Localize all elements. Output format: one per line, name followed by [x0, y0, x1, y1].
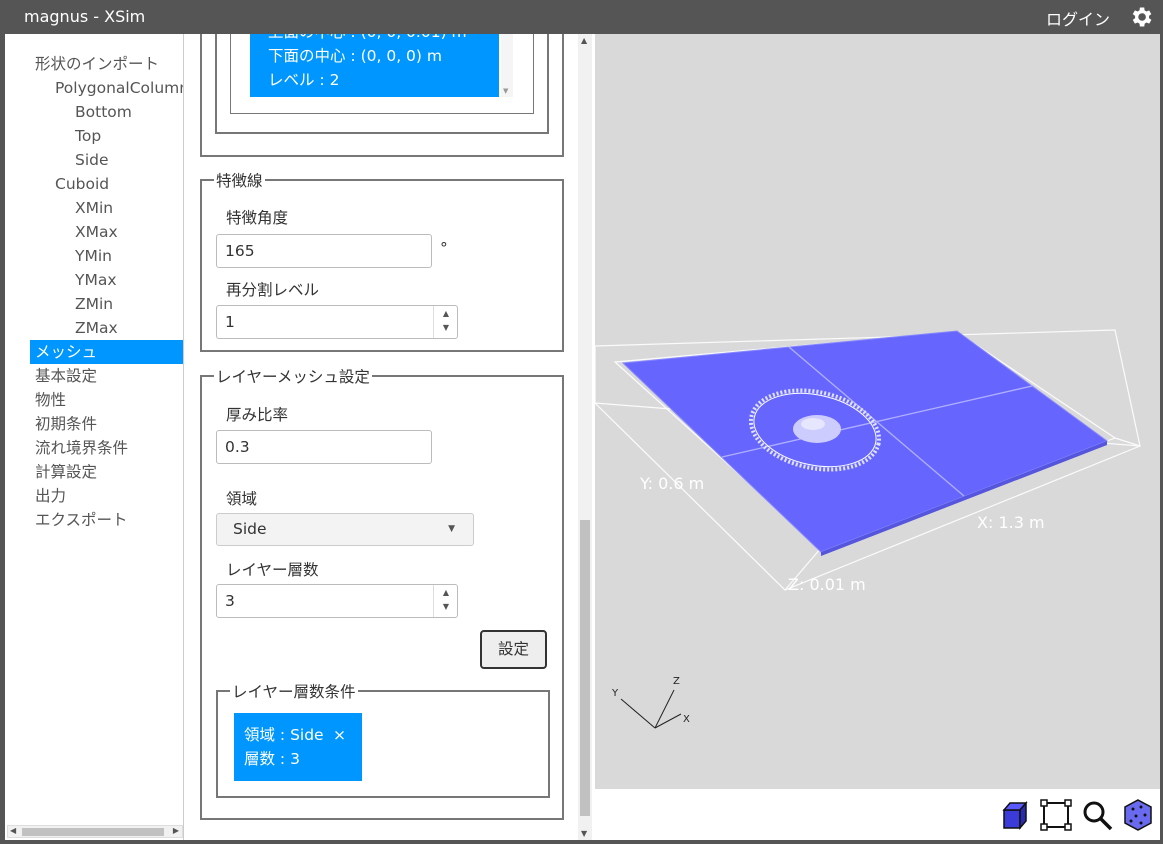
- window-frame-bottom: [0, 840, 1163, 844]
- cylinder-highlight: [801, 418, 825, 430]
- fit-bounds-icon[interactable]: [1039, 798, 1073, 832]
- scroll-down-icon[interactable]: ▼: [581, 829, 587, 838]
- condition-layers: 層数 : 3: [244, 750, 300, 768]
- thickness-ratio-input[interactable]: 0.3: [216, 430, 432, 464]
- cube-view-icon[interactable]: [998, 798, 1032, 832]
- list-scroll-down-icon[interactable]: ▼: [503, 87, 508, 95]
- thickness-ratio-label: 厚み比率: [226, 406, 289, 424]
- set-button[interactable]: 設定: [480, 630, 547, 669]
- tree-item[interactable]: 計算設定: [35, 460, 97, 484]
- tree-item[interactable]: メッシュ: [30, 340, 183, 364]
- app-title: magnus - XSim: [24, 7, 146, 26]
- view-toolbar: [595, 789, 1160, 840]
- refinement-level: レベル : 2: [268, 71, 340, 89]
- tree-item[interactable]: 物性: [35, 388, 66, 412]
- login-link[interactable]: ログイン: [1046, 6, 1110, 30]
- tree-item[interactable]: 形状のインポート: [35, 52, 159, 76]
- 3d-viewport[interactable]: Y: 0.6 m X: 1.3 m Z: 0.01 m Y Z X: [595, 34, 1160, 789]
- layer-count-value: 3: [225, 592, 235, 610]
- tree-item[interactable]: YMin: [75, 244, 112, 268]
- stepper-buttons[interactable]: ▲ ▼: [433, 306, 457, 338]
- stepper-buttons[interactable]: ▲ ▼: [433, 585, 457, 617]
- tree-item[interactable]: Bottom: [75, 100, 132, 124]
- tree-item[interactable]: YMax: [75, 268, 117, 292]
- horizontal-scrollbar[interactable]: ◀ ▶: [7, 825, 183, 838]
- region-label: 領域: [226, 490, 258, 508]
- mesh-settings-panel: 上面の中心 : (0, 0, 0.01) m 下面の中心 : (0, 0, 0)…: [185, 34, 575, 840]
- subdivision-level-value: 1: [225, 313, 235, 331]
- stepper-down-icon[interactable]: ▼: [434, 322, 458, 334]
- subdivision-level-label: 再分割レベル: [226, 281, 320, 299]
- tree-item[interactable]: 流れ境界条件: [35, 436, 128, 460]
- scroll-up-icon[interactable]: ▲: [581, 36, 587, 45]
- layer-count-label: レイヤー層数: [226, 561, 319, 579]
- feature-angle-input[interactable]: 165: [216, 234, 432, 268]
- subdivision-level-stepper[interactable]: 1 ▲ ▼: [216, 305, 458, 339]
- tree-item[interactable]: 出力: [35, 484, 66, 508]
- stepper-up-icon[interactable]: ▲: [434, 587, 458, 599]
- scene-canvas[interactable]: Y: 0.6 m X: 1.3 m Z: 0.01 m Y Z X: [595, 34, 1160, 789]
- tree-item[interactable]: XMax: [75, 220, 118, 244]
- tree-item[interactable]: PolygonalColumn: [55, 76, 183, 100]
- feature-lines-fieldset: 特徴線 特徴角度 165 ° 再分割レベル 1 ▲ ▼: [200, 169, 564, 352]
- stepper-down-icon[interactable]: ▼: [434, 601, 458, 613]
- axis-x-label: X: [683, 714, 690, 725]
- layer-mesh-legend: レイヤーメッシュ設定: [214, 365, 372, 387]
- axis-y-label: Y: [611, 688, 619, 699]
- tree-item[interactable]: Cuboid: [55, 172, 109, 196]
- tree-item[interactable]: ZMin: [75, 292, 113, 316]
- region-select[interactable]: Side ▼: [216, 513, 474, 546]
- layer-count-stepper[interactable]: 3 ▲ ▼: [216, 584, 458, 618]
- tree-item[interactable]: Side: [75, 148, 109, 172]
- region-select-value: Side: [233, 520, 267, 538]
- close-icon[interactable]: ×: [333, 723, 346, 747]
- refinement-bottom-center: 下面の中心 : (0, 0, 0) m: [268, 47, 442, 65]
- tree-item[interactable]: ZMax: [75, 316, 118, 340]
- tree-item[interactable]: Top: [75, 124, 101, 148]
- dimension-x-label: X: 1.3 m: [977, 513, 1045, 532]
- axis-z-label: Z: [673, 676, 680, 687]
- feature-angle-unit: °: [440, 239, 448, 257]
- refinement-item[interactable]: 上面の中心 : (0, 0, 0.01) m 下面の中心 : (0, 0, 0)…: [250, 34, 499, 97]
- mesh-display-icon[interactable]: [1121, 798, 1155, 832]
- dimension-y-label: Y: 0.6 m: [639, 474, 704, 493]
- axis-triad: [620, 689, 682, 729]
- dimension-z-label: Z: 0.01 m: [788, 575, 866, 594]
- zoom-icon[interactable]: [1080, 798, 1114, 832]
- layer-mesh-fieldset: レイヤーメッシュ設定 厚み比率 0.3 領域 Side ▼ レイヤー層数 3 ▲…: [200, 365, 564, 820]
- layer-conditions-legend: レイヤー層数条件: [230, 680, 358, 702]
- tree-item[interactable]: 初期条件: [35, 412, 97, 436]
- navigation-tree: 形状のインポート PolygonalColumn Bottom Top Side Cubo…: [5, 34, 184, 840]
- scrollbar-thumb[interactable]: [22, 828, 164, 836]
- title-bar: magnus - XSim ログイン: [0, 0, 1163, 34]
- gear-icon[interactable]: [1128, 4, 1154, 30]
- feature-lines-legend: 特徴線: [214, 169, 265, 191]
- tree-item[interactable]: 基本設定: [35, 364, 97, 388]
- tree-item[interactable]: XMin: [75, 196, 113, 220]
- stepper-up-icon[interactable]: ▲: [434, 308, 458, 320]
- scrollbar-thumb[interactable]: [580, 520, 590, 816]
- layer-conditions-fieldset: レイヤー層数条件 領域 : Side 層数 : 3 ×: [216, 680, 550, 798]
- chevron-down-icon: ▼: [448, 524, 455, 534]
- panel-vertical-scrollbar[interactable]: ▲ ▼: [578, 34, 592, 840]
- list-scrollbar[interactable]: ▼: [501, 34, 513, 97]
- tree-item[interactable]: エクスポート: [35, 508, 128, 532]
- scroll-right-icon[interactable]: ▶: [173, 826, 179, 835]
- refinement-top-center: 上面の中心 : (0, 0, 0.01) m: [268, 34, 499, 44]
- layer-condition-item[interactable]: 領域 : Side 層数 : 3 ×: [234, 713, 362, 781]
- feature-angle-label: 特徴角度: [226, 209, 289, 227]
- scroll-left-icon[interactable]: ◀: [10, 826, 16, 835]
